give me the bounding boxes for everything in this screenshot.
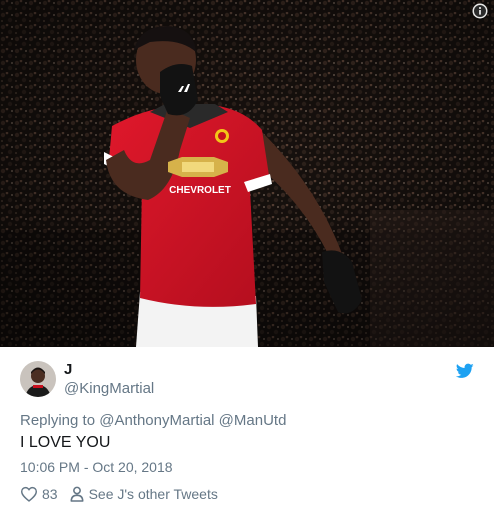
twitter-bird-icon[interactable]: [455, 363, 474, 379]
tweet-actions: 83 See J's other Tweets: [20, 484, 218, 504]
user-handle[interactable]: @KingMartial: [64, 380, 154, 397]
tweet-photo[interactable]: CHEVROLET: [0, 0, 494, 347]
info-icon[interactable]: [472, 3, 488, 19]
reply-context: Replying to @AnthonyMartial @ManUtd: [20, 412, 286, 429]
tweet-body: J @KingMartial Replying to @AnthonyMarti…: [0, 347, 494, 515]
like-count: 83: [42, 486, 58, 502]
see-other-tweets-label: See J's other Tweets: [88, 486, 218, 502]
mention-manutd[interactable]: @ManUtd: [219, 412, 287, 429]
reply-prefix: Replying to: [20, 412, 96, 429]
like-button[interactable]: 83: [20, 486, 58, 502]
person-icon: [70, 486, 84, 502]
mention-anthony-martial[interactable]: @AnthonyMartial: [99, 412, 214, 429]
footballer-photo: CHEVROLET: [0, 0, 494, 347]
see-other-tweets-link[interactable]: See J's other Tweets: [70, 486, 218, 502]
tweet-text: I LOVE YOU: [20, 434, 111, 451]
heart-icon: [20, 486, 38, 502]
sponsor-text: CHEVROLET: [169, 185, 231, 196]
tweet-timestamp[interactable]: 10:06 PM - Oct 20, 2018: [20, 459, 173, 475]
avatar[interactable]: [20, 361, 56, 397]
tweet-card: CHEVROLET J @KingMartial Replying to @An…: [0, 0, 494, 515]
display-name[interactable]: J: [64, 361, 72, 378]
